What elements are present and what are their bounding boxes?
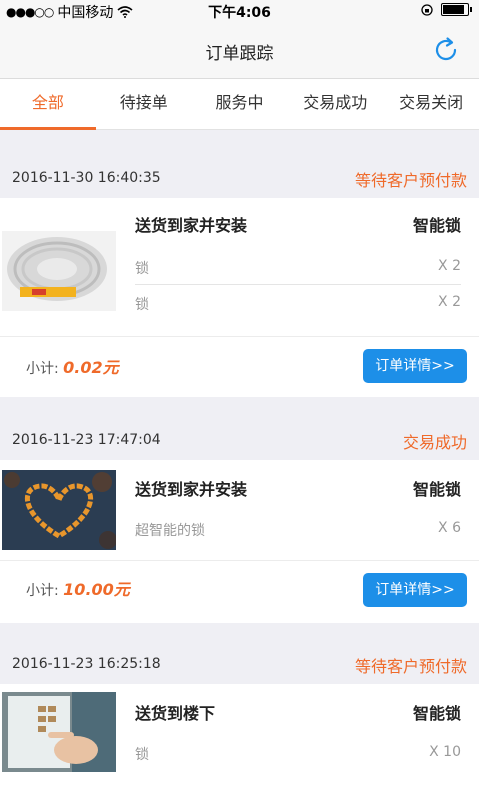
order-date: 2016-11-30 16:40:35 [12,170,161,186]
item-title: 送货到家并安装 [135,480,248,499]
battery-icon [441,3,472,16]
order-status: 等待客户预付款 [354,657,467,676]
item-line: 超智能的锁 X 6 [135,520,461,540]
subtotal-label: 小计: [26,361,59,377]
order-card: 2016-11-23 17:47:04 交易成功 送货到家并安装 智能锁 超智能… [0,418,479,623]
tab-pending[interactable]: 待接单 [96,79,192,129]
subtotal-row: 小计: 0.02元 订单详情>> [0,336,479,397]
order-tabs: 全部 待接单 服务中 交易成功 交易关闭 [0,79,479,130]
refresh-icon[interactable] [431,35,461,65]
order-detail-button[interactable]: 订单详情>> [363,349,467,383]
status-bar-right [421,3,472,16]
item-line: 锁 X 2 [135,258,461,278]
rotation-lock-icon [421,3,433,16]
product-image-keypad [2,692,116,772]
item-brand: 智能锁 [412,704,461,723]
item-qty: X 6 [438,520,461,536]
subtotal-amount: 0.02元 [63,358,119,377]
tab-completed[interactable]: 交易成功 [287,79,383,129]
item-qty: X 2 [438,294,461,310]
page-title: 订单跟踪 [205,44,274,64]
item-qty: X 2 [438,258,461,274]
order-card: 2016-11-30 16:40:35 等待客户预付款 送货到家并安装 智能锁 … [0,156,479,397]
item-name: 超智能的锁 [135,523,205,539]
item-brand: 智能锁 [412,480,461,499]
item-title: 送货到楼下 [135,704,216,723]
subtotal-amount: 10.00元 [63,580,130,599]
item-name: 锁 [135,297,149,313]
order-item[interactable]: 送货到家并安装 智能锁 超智能的锁 X 6 [0,460,479,560]
order-detail-button[interactable]: 订单详情>> [363,573,467,607]
item-line: 锁 X 2 [135,294,461,314]
product-image-heart [2,470,116,550]
order-date: 2016-11-23 17:47:04 [12,432,161,448]
tab-in-service[interactable]: 服务中 [192,79,288,129]
status-time: 下午4:06 [208,5,271,21]
status-bar: ●●●○○ 中国移动 下午4:06 [0,0,479,22]
subtotal-row: 小计: 10.00元 订单详情>> [0,560,479,623]
item-name: 锁 [135,261,149,277]
subtotal-label: 小计: [26,583,59,599]
order-header: 2016-11-23 17:47:04 交易成功 [0,418,479,460]
item-title: 送货到家并安装 [135,216,248,235]
tab-closed[interactable]: 交易关闭 [383,79,479,129]
subtotal: 小计: 10.00元 [26,576,130,600]
order-date: 2016-11-23 16:25:18 [12,656,161,672]
nav-bar: 订单跟踪 [0,22,479,79]
order-header: 2016-11-30 16:40:35 等待客户预付款 [0,156,479,198]
item-brand: 智能锁 [412,216,461,235]
order-status: 交易成功 [402,433,467,452]
tab-all[interactable]: 全部 [0,79,96,130]
item-line: 锁 X 10 [135,744,461,764]
order-card: 2016-11-23 16:25:18 等待客户预付款 送货到楼下 智能锁 锁 … [0,642,479,790]
item-divider [135,284,461,285]
order-status: 等待客户预付款 [354,171,467,190]
order-header: 2016-11-23 16:25:18 等待客户预付款 [0,642,479,684]
order-item[interactable]: 送货到家并安装 智能锁 锁 X 2 锁 X 2 [0,198,479,336]
subtotal: 小计: 0.02元 [26,354,119,378]
item-qty: X 10 [429,744,461,760]
product-image-cable [2,231,116,311]
item-name: 锁 [135,747,149,763]
order-item[interactable]: 送货到楼下 智能锁 锁 X 10 [0,684,479,790]
